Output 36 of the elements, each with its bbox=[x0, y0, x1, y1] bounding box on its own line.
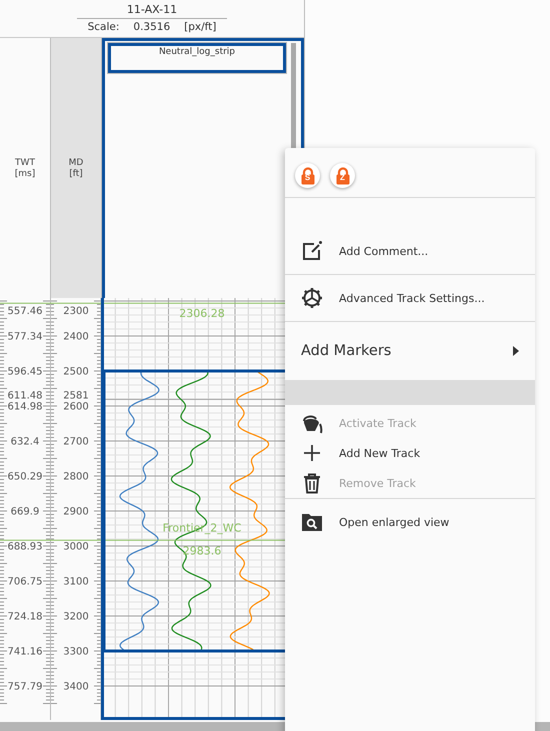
md-label: 3100 bbox=[63, 576, 89, 588]
twt-label: 632.4 bbox=[10, 436, 40, 448]
scale-unit: [px/ft] bbox=[184, 21, 216, 33]
md-label: 2900 bbox=[63, 506, 89, 518]
scale-label: Scale: bbox=[88, 21, 120, 33]
marker-depth: 2983.6 bbox=[182, 544, 222, 558]
twt-label: 577.34 bbox=[8, 332, 42, 342]
marker-depth: 2306.28 bbox=[179, 307, 225, 320]
md-label: 3200 bbox=[63, 612, 89, 622]
md-label: 2400 bbox=[63, 332, 89, 342]
twt-label: 757.79 bbox=[8, 682, 42, 692]
twt-label: 611.48 bbox=[8, 390, 42, 402]
column-title: MD bbox=[68, 158, 84, 168]
md-label: 2581 bbox=[63, 390, 89, 402]
twt-label: 741.16 bbox=[8, 646, 42, 658]
md-label: 3000 bbox=[63, 542, 89, 552]
twt-label: 688.93 bbox=[8, 542, 42, 552]
scale-value: 0.3516 bbox=[133, 21, 170, 33]
column-unit: [ft] bbox=[69, 168, 83, 178]
twt-label: 724.18 bbox=[8, 612, 42, 622]
md-label: 2700 bbox=[63, 436, 89, 448]
md-label: 2300 bbox=[63, 306, 89, 317]
md-label: 3300 bbox=[63, 646, 89, 658]
md-label: 2800 bbox=[63, 472, 89, 482]
twt-label: 614.98 bbox=[8, 402, 42, 412]
twt-label: 669.9 bbox=[10, 506, 40, 518]
md-label: 2600 bbox=[63, 402, 89, 412]
twt-label: 706.75 bbox=[8, 576, 42, 588]
twt-label: 596.45 bbox=[8, 366, 42, 378]
column-unit: [ms] bbox=[14, 168, 36, 178]
md-label: 2500 bbox=[63, 366, 89, 378]
column-title: TWT bbox=[15, 158, 35, 168]
twt-label: 557.46 bbox=[8, 306, 42, 317]
twt-label: 650.29 bbox=[8, 472, 42, 482]
md-label: 3400 bbox=[63, 682, 89, 692]
well-name: 11-AX-11 bbox=[77, 1, 227, 19]
